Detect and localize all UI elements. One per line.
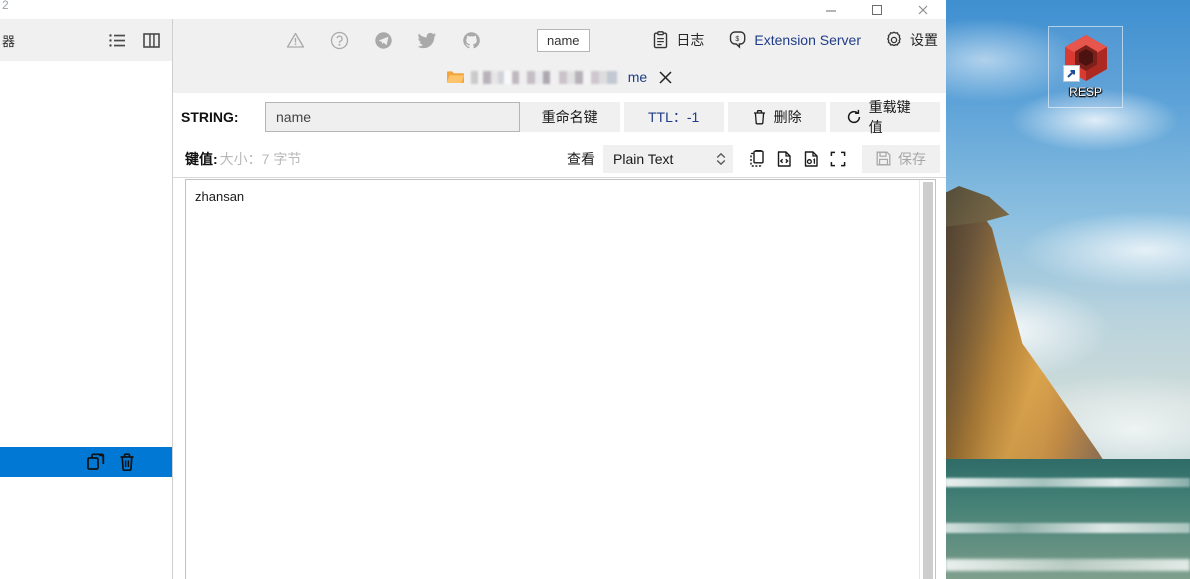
tab-name[interactable]: name xyxy=(537,29,590,52)
maximize-icon[interactable] xyxy=(854,0,900,16)
value-tool-icons xyxy=(741,149,854,168)
wave-foam-3 xyxy=(945,559,1190,571)
delete-key-label: 删除 xyxy=(773,108,802,125)
github-icon[interactable] xyxy=(462,31,481,50)
ttl-label: TTL：-1 xyxy=(647,108,700,125)
editor-scrollbar[interactable] xyxy=(919,180,935,579)
tab-name-label: name xyxy=(547,33,580,48)
desktop-icon-label: RESP xyxy=(1069,85,1102,99)
toolbar-divider xyxy=(172,19,173,61)
resp-hexagon-icon xyxy=(1060,32,1112,84)
breadcrumb-redacted-path xyxy=(470,70,623,84)
main-toolbar: 器 name 日志 $ Extension Server 设置 xyxy=(0,19,946,62)
reload-key-button[interactable]: 重载键值 xyxy=(829,99,940,135)
extension-icon: $ xyxy=(728,31,747,49)
value-label: 键值: xyxy=(185,150,218,167)
key-header-row: STRING: name 重命名键 TTL：-1 删除 重载键值 xyxy=(173,93,946,140)
breadcrumb-key-suffix: me xyxy=(627,69,648,85)
extension-server-button[interactable]: $ Extension Server xyxy=(728,31,861,49)
rename-key-button[interactable]: 重命名键 xyxy=(519,101,620,132)
telegram-icon[interactable] xyxy=(374,31,393,50)
toolbar-right-section: 日志 $ Extension Server 设置 xyxy=(652,19,938,61)
extension-server-label: Extension Server xyxy=(754,32,861,48)
delete-key-button[interactable]: 删除 xyxy=(727,101,826,132)
rename-key-label: 重命名键 xyxy=(541,108,598,125)
log-label: 日志 xyxy=(676,32,705,48)
duplicate-key-icon[interactable] xyxy=(86,452,106,472)
toolbar-left-section: 器 xyxy=(0,19,172,61)
svg-text:$: $ xyxy=(736,36,740,43)
title-bar: 2 xyxy=(0,0,946,19)
toolbar-left-icons xyxy=(109,32,172,48)
value-format-select[interactable]: Plain Text xyxy=(603,144,733,173)
key-name-input[interactable]: name xyxy=(265,101,520,132)
ttl-button[interactable]: TTL：-1 xyxy=(623,101,724,132)
wave-foam-1 xyxy=(945,478,1190,487)
value-toolbar-right: 查看 Plain Text 保存 xyxy=(567,144,946,173)
settings-label: 设置 xyxy=(910,32,938,48)
value-toolbar: 键值: 大小：7 字节 查看 Plain Text 保存 xyxy=(173,140,946,178)
log-button[interactable]: 日志 xyxy=(652,30,704,50)
close-icon[interactable] xyxy=(900,0,946,16)
value-format-value: Plain Text xyxy=(613,150,674,167)
key-detail-panel: me STRING: name 重命名键 TTL：-1 删除 重载键值 键值: … xyxy=(173,61,946,579)
window-controls xyxy=(808,0,946,16)
wave-foam-2 xyxy=(945,523,1190,533)
help-icon[interactable] xyxy=(330,31,349,50)
window-title-fragment: 2 xyxy=(2,0,9,12)
shortcut-overlay-icon xyxy=(1062,65,1080,82)
split-panel-icon[interactable] xyxy=(143,32,160,48)
close-tab-icon[interactable] xyxy=(658,70,673,85)
screen: RESP 2 器 name 日志 $ Extension Server 设置 m… xyxy=(0,0,1190,579)
key-type-label: STRING: xyxy=(181,108,239,125)
value-size-label: 大小：7 字节 xyxy=(219,150,302,167)
toolbar-social-icons xyxy=(286,19,481,61)
list-icon[interactable] xyxy=(109,33,126,48)
save-value-button[interactable]: 保存 xyxy=(862,144,940,173)
value-editor[interactable]: zhansan xyxy=(185,179,936,579)
reload-key-label: 重载键值 xyxy=(868,98,911,135)
desktop-icon-resp[interactable]: RESP xyxy=(1048,26,1123,108)
gear-icon xyxy=(885,31,903,49)
minimize-icon[interactable] xyxy=(808,0,854,16)
key-name-value: name xyxy=(276,108,312,125)
warning-icon[interactable] xyxy=(286,31,305,50)
sidebar-selected-key-row[interactable] xyxy=(0,447,172,477)
key-action-buttons: 重命名键 TTL：-1 删除 重载键值 xyxy=(519,99,946,135)
value-editor-text: zhansan xyxy=(195,189,245,204)
log-icon xyxy=(652,31,669,49)
copy-value-icon[interactable] xyxy=(749,149,766,168)
binary-view-icon[interactable] xyxy=(803,150,820,168)
view-label: 查看 xyxy=(567,150,595,167)
trash-icon xyxy=(752,109,767,125)
server-panel-label: 器 xyxy=(2,33,16,49)
settings-button[interactable]: 设置 xyxy=(885,30,938,50)
app-window: 2 器 name 日志 $ Extension Server 设置 me STR… xyxy=(0,0,946,579)
editor-scrollbar-thumb[interactable] xyxy=(923,182,933,579)
chevron-updown-icon xyxy=(715,151,727,167)
fullscreen-icon[interactable] xyxy=(830,151,846,167)
folder-icon xyxy=(446,70,465,84)
refresh-icon xyxy=(846,109,862,125)
save-disk-icon xyxy=(876,151,891,166)
twitter-icon[interactable] xyxy=(418,32,437,49)
breadcrumb[interactable]: me xyxy=(446,69,673,85)
code-view-icon[interactable] xyxy=(776,150,793,168)
save-value-label: 保存 xyxy=(898,150,926,167)
delete-key-icon[interactable] xyxy=(118,452,136,472)
keys-sidebar[interactable] xyxy=(0,61,173,579)
breadcrumb-tabstrip: me xyxy=(173,61,946,93)
